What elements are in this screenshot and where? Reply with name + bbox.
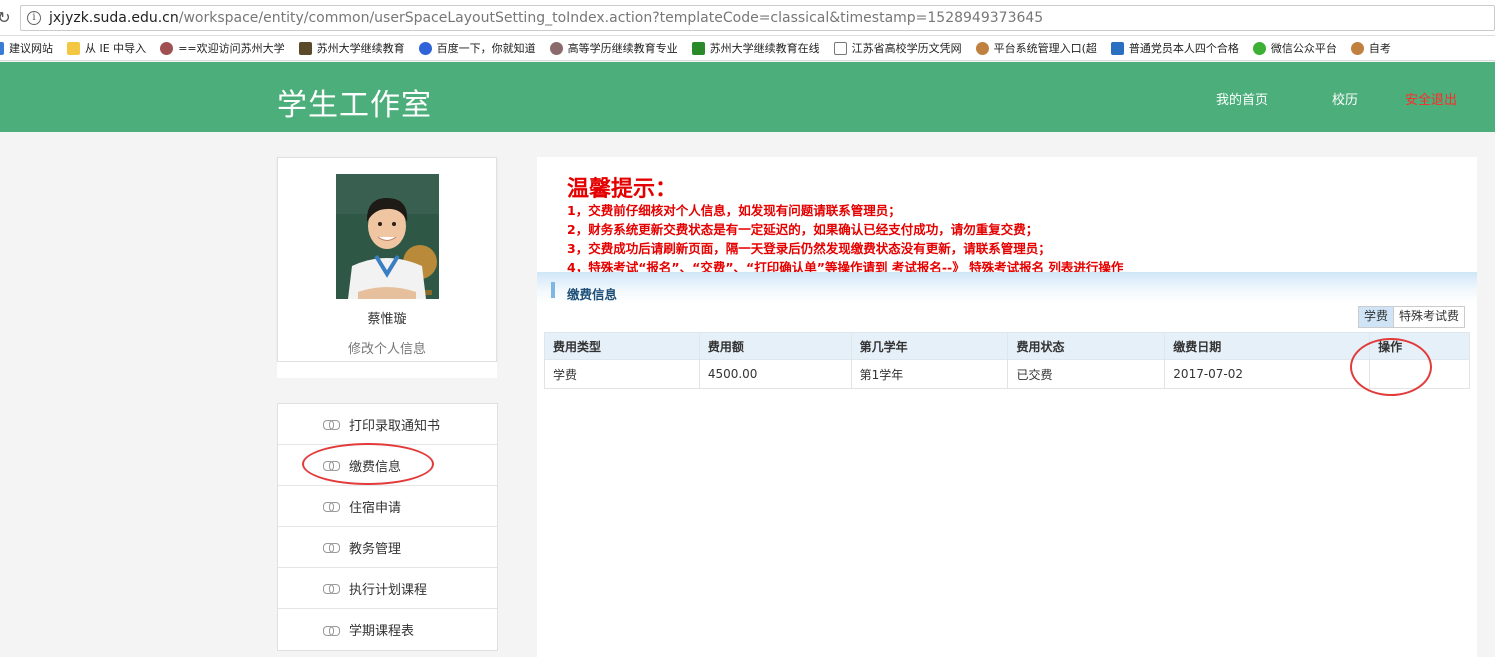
edit-profile-link[interactable]: 修改个人信息 bbox=[278, 338, 496, 357]
menu-item-payment-info[interactable]: 缴费信息 bbox=[278, 445, 497, 486]
bookmark-item[interactable]: 苏州大学继续教育在线 bbox=[691, 40, 820, 56]
section-marker bbox=[551, 282, 555, 298]
bookmark-item[interactable]: 微信公众平台 bbox=[1252, 40, 1337, 56]
bookmark-item[interactable]: 平台系统管理入口(超 bbox=[975, 40, 1097, 56]
menu-item-label: 住宿申请 bbox=[349, 500, 402, 516]
column-header: 操作 bbox=[1369, 332, 1470, 360]
apps-icon bbox=[0, 41, 4, 55]
bookmark-item[interactable]: 建议网站 bbox=[0, 40, 53, 56]
bookmark-item[interactable]: 从 IE 中导入 bbox=[67, 40, 146, 56]
notice-line: 3，交费成功后请刷新页面，隔一天登录后仍然发现缴费状态没有更新，请联系管理员； bbox=[567, 241, 1051, 256]
nav-calendar-link[interactable]: 校历 bbox=[1332, 89, 1358, 108]
site-favicon bbox=[160, 41, 174, 55]
menu-item-timetable[interactable]: 学期课程表 bbox=[278, 609, 497, 650]
bookmark-item[interactable]: 高等学历继续教育专业 bbox=[549, 40, 678, 56]
site-favicon bbox=[1350, 41, 1364, 55]
menu-item-label: 学期课程表 bbox=[349, 624, 415, 639]
menu-item-label: 打印录取通知书 bbox=[349, 418, 441, 434]
wechat-icon bbox=[1252, 41, 1266, 55]
bookmark-item[interactable]: 江苏省高校学历文凭网 bbox=[833, 40, 962, 56]
folder-icon bbox=[67, 41, 80, 55]
fees-table: 费用类型 费用额 第几学年 费用状态 缴费日期 操作 学费 4500.00 第1… bbox=[544, 332, 1470, 389]
link-icon bbox=[323, 543, 340, 553]
info-icon[interactable]: i bbox=[27, 10, 41, 25]
nav-home-link[interactable]: 我的首页 bbox=[1216, 89, 1268, 108]
column-header: 第几学年 bbox=[850, 332, 1009, 360]
url-field[interactable]: i jxjyzk.suda.edu.cn/workspace/entity/co… bbox=[20, 4, 1495, 31]
menu-item-academic[interactable]: 教务管理 bbox=[278, 527, 497, 568]
link-icon bbox=[323, 584, 340, 594]
link-icon bbox=[323, 502, 340, 512]
logout-link[interactable]: 安全退出 bbox=[1405, 89, 1457, 108]
site-favicon bbox=[691, 41, 705, 55]
column-header: 费用状态 bbox=[1007, 332, 1166, 360]
notice-line: 1，交费前仔细核对个人信息，如发现有问题请联系管理员； bbox=[567, 203, 901, 218]
page-icon bbox=[833, 41, 847, 55]
address-bar: ↻ i jxjyzk.suda.edu.cn/workspace/entity/… bbox=[0, 0, 1495, 36]
column-header: 缴费日期 bbox=[1164, 332, 1371, 360]
site-header: 学生工作室 我的首页 校历 安全退出 bbox=[0, 62, 1495, 132]
fee-amount-cell: 4500.00 bbox=[698, 359, 852, 389]
bookmark-item[interactable]: 普通党员本人四个合格 bbox=[1110, 40, 1239, 56]
avatar bbox=[336, 174, 439, 299]
action-cell[interactable] bbox=[1369, 359, 1470, 389]
column-header: 费用类型 bbox=[544, 332, 700, 360]
menu-item-label: 缴费信息 bbox=[349, 459, 402, 475]
section-title: 缴费信息 bbox=[567, 287, 618, 302]
profile-card: 蔡惟璇 修改个人信息 bbox=[277, 157, 497, 362]
url-host: jxjyzk.suda.edu.cn bbox=[49, 9, 179, 26]
table-row: 学费 4500.00 第1学年 已交费 2017-07-02 bbox=[544, 359, 1470, 389]
notice-title: 温馨提示： bbox=[567, 177, 678, 202]
fee-type-cell: 学费 bbox=[544, 359, 700, 389]
link-icon bbox=[323, 461, 340, 471]
site-favicon bbox=[549, 41, 563, 55]
site-favicon bbox=[1110, 41, 1124, 55]
academic-year-cell: 第1学年 bbox=[850, 359, 1009, 389]
menu-item-plan-courses[interactable]: 执行计划课程 bbox=[278, 568, 497, 609]
link-icon bbox=[323, 420, 340, 430]
tab-special-exam-fee[interactable]: 特殊考试费 bbox=[1393, 307, 1464, 327]
card-spacer bbox=[277, 362, 497, 378]
site-title: 学生工作室 bbox=[277, 88, 432, 123]
fee-status-cell: 已交费 bbox=[1007, 359, 1166, 389]
bookmark-item[interactable]: 苏州大学继续教育 bbox=[298, 40, 405, 56]
menu-item-print-admission[interactable]: 打印录取通知书 bbox=[278, 404, 497, 445]
tab-tuition[interactable]: 学费 bbox=[1358, 307, 1394, 327]
menu-item-label: 执行计划课程 bbox=[349, 582, 428, 598]
main-panel: 温馨提示： 1，交费前仔细核对个人信息，如发现有问题请联系管理员； 2，财务系统… bbox=[537, 157, 1477, 657]
section-header: 缴费信息 bbox=[537, 272, 1477, 304]
url-path: /workspace/entity/common/userSpaceLayout… bbox=[178, 9, 1044, 26]
notice-line: 2，财务系统更新交费状态是有一定延迟的，如果确认已经支付成功，请勿重复交费； bbox=[567, 222, 1039, 237]
payment-date-cell: 2017-07-02 bbox=[1164, 359, 1371, 389]
menu-item-label: 教务管理 bbox=[349, 541, 402, 557]
baidu-paw-icon bbox=[418, 41, 432, 55]
profile-name: 蔡惟璇 bbox=[367, 312, 407, 327]
bookmark-item[interactable]: ==欢迎访问苏州大学 bbox=[160, 40, 285, 56]
fee-tabs: 学费 特殊考试费 bbox=[1357, 306, 1465, 328]
site-favicon bbox=[975, 41, 989, 55]
side-menu: 打印录取通知书 缴费信息 住宿申请 教务管理 执行计划课程 学期课程表 bbox=[277, 403, 498, 651]
column-header: 费用额 bbox=[698, 332, 852, 360]
link-icon bbox=[323, 625, 340, 636]
bookmark-item[interactable]: 自考 bbox=[1350, 40, 1391, 56]
student-photo bbox=[336, 174, 439, 299]
bookmarks-bar: 建议网站 从 IE 中导入 ==欢迎访问苏州大学 苏州大学继续教育 百度一下，你… bbox=[0, 36, 1495, 61]
menu-item-housing[interactable]: 住宿申请 bbox=[278, 486, 497, 527]
table-header-row: 费用类型 费用额 第几学年 费用状态 缴费日期 操作 bbox=[544, 332, 1470, 360]
reload-icon[interactable]: ↻ bbox=[0, 8, 14, 27]
bookmark-item[interactable]: 百度一下，你就知道 bbox=[418, 40, 536, 56]
site-favicon bbox=[298, 41, 312, 55]
